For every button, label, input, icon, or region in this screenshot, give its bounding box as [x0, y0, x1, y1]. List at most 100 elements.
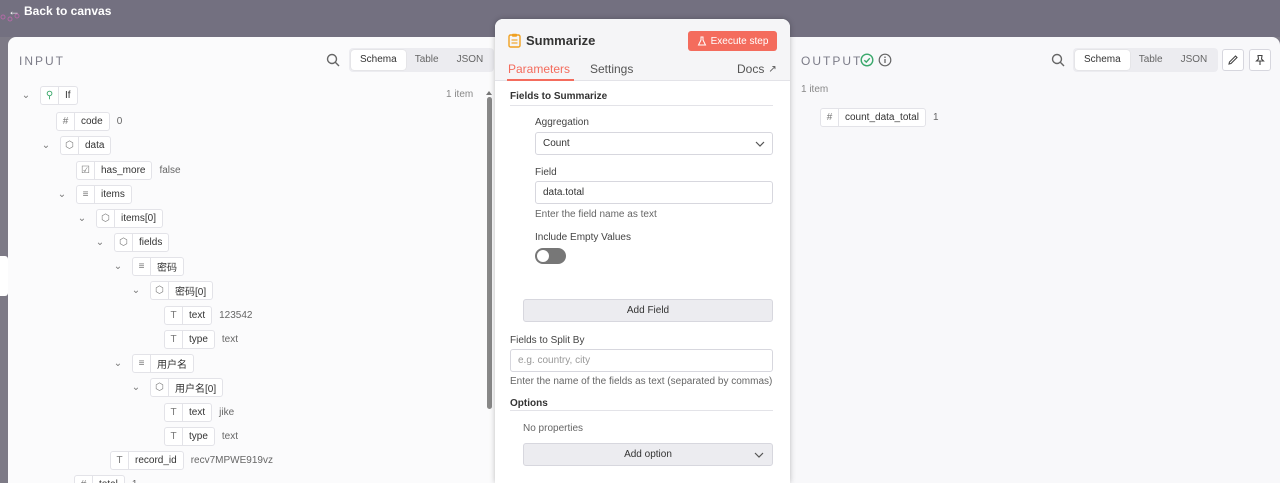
scroll-up-arrow-icon[interactable] — [485, 89, 493, 97]
field-input[interactable]: data.total — [535, 181, 773, 204]
object-type-icon: ⬡ — [61, 136, 79, 154]
tree-node-name: items[0] — [121, 212, 157, 224]
canvas-node-edge — [0, 256, 8, 296]
tree-row[interactable]: ☑ has_more false — [76, 160, 181, 180]
input-view-table[interactable]: Table — [406, 50, 448, 70]
input-view-json[interactable]: JSON — [448, 50, 493, 70]
tree-node: ☑ has_more — [76, 160, 153, 180]
input-scroll-thumb[interactable] — [487, 97, 492, 409]
search-icon[interactable] — [326, 53, 340, 67]
tree-node-name: data — [85, 139, 105, 151]
docs-label: Docs — [737, 62, 765, 76]
output-item-count: 1 item — [801, 84, 829, 95]
output-view-schema[interactable]: Schema — [1075, 50, 1130, 70]
flask-icon — [697, 36, 706, 46]
array-type-icon: ≡ — [133, 257, 151, 275]
tree-node-value: 0 — [116, 115, 123, 127]
number-type-icon: # — [75, 475, 93, 483]
object-type-icon: ⬡ — [115, 233, 133, 251]
output-view-switcher: Schema Table JSON — [1073, 48, 1219, 72]
number-type-icon: # — [821, 108, 839, 126]
tree-node-name: fields — [139, 236, 163, 248]
chevron-down-icon[interactable]: ⌄ — [40, 139, 52, 151]
chevron-down-icon[interactable]: ⌄ — [130, 284, 142, 296]
tree-node-name: 密码[0] — [175, 286, 207, 298]
output-field-name: count_data_total — [845, 111, 919, 123]
output-field-row[interactable]: # count_data_total 1 — [820, 107, 939, 127]
input-item-count: 1 item — [446, 89, 474, 100]
input-view-schema[interactable]: Schema — [351, 50, 406, 70]
tree-row[interactable]: T text 123542 — [164, 305, 253, 325]
search-icon[interactable] — [1051, 53, 1065, 67]
tree-node-value: false — [159, 164, 181, 176]
tab-settings[interactable]: Settings — [590, 62, 633, 76]
chevron-down-icon[interactable]: ⌄ — [56, 188, 68, 200]
info-icon[interactable] — [878, 53, 892, 67]
tree-row[interactable]: T type text — [164, 426, 238, 446]
tree-row[interactable]: ⌄ ⚲ If — [20, 85, 78, 105]
add-field-label: Add Field — [626, 305, 670, 316]
tree-row[interactable]: ⌄ ≡ 用户名 — [112, 353, 194, 373]
split-by-input[interactable]: e.g. country, city — [510, 349, 773, 372]
number-type-icon: # — [57, 112, 75, 130]
tree-node-value: 123542 — [219, 309, 253, 321]
tree-node-name: record_id — [135, 454, 177, 466]
tree-row[interactable]: T type text — [164, 329, 238, 349]
string-type-icon: T — [165, 330, 183, 348]
tree-row[interactable]: ⌄ ≡ 密码 — [112, 256, 184, 276]
tree-row[interactable]: ⌄ ⬡ 密码[0] — [130, 280, 214, 300]
string-type-icon: T — [111, 451, 129, 469]
tree-row[interactable]: T record_id recv7MPWE919vz — [110, 450, 273, 470]
tree-node-name: text — [189, 309, 206, 321]
back-to-canvas-button[interactable]: ← Back to canvas — [8, 4, 111, 18]
string-type-icon: T — [165, 403, 183, 421]
arrow-left-icon: ← — [8, 4, 20, 18]
docs-link[interactable]: Docs ↗ — [737, 62, 777, 76]
add-option-button[interactable]: Add option — [523, 443, 773, 466]
execute-step-button[interactable]: Execute step — [688, 31, 777, 51]
no-properties-text: No properties — [523, 423, 584, 434]
tab-parameters[interactable]: Parameters — [508, 62, 570, 76]
tree-node-name: 用户名 — [157, 359, 187, 371]
string-type-icon: T — [165, 427, 183, 445]
pin-data-button[interactable] — [1249, 49, 1271, 71]
chevron-down-icon[interactable]: ⌄ — [112, 260, 124, 272]
edit-output-button[interactable] — [1222, 49, 1244, 71]
output-view-table[interactable]: Table — [1130, 50, 1172, 70]
chevron-down-icon[interactable]: ⌄ — [112, 357, 124, 369]
tree-node: ⬡ items[0] — [96, 208, 164, 228]
aggregation-select[interactable]: Count — [535, 132, 773, 155]
tree-node: ⬡ data — [60, 135, 112, 155]
tree-row[interactable]: # code 0 — [56, 111, 122, 131]
tree-row[interactable]: ⌄ ≡ items — [56, 184, 132, 204]
divider — [510, 105, 773, 106]
chevron-down-icon[interactable]: ⌄ — [76, 212, 88, 224]
tree-node: ⬡ 用户名[0] — [150, 377, 224, 397]
tree-row[interactable]: ⌄ ⬡ data — [40, 135, 112, 155]
pencil-icon — [1228, 55, 1238, 65]
array-type-icon: ≡ — [133, 354, 151, 372]
tree-row[interactable]: ⌄ ⬡ items[0] — [76, 208, 164, 228]
output-view-json[interactable]: JSON — [1172, 50, 1217, 70]
chevron-down-icon[interactable]: ⌄ — [20, 89, 32, 101]
split-by-hint: Enter the name of the fields as text (se… — [510, 376, 773, 387]
tree-node-name: has_more — [101, 164, 146, 176]
tree-row[interactable]: T text jike — [164, 402, 234, 422]
tree-row[interactable]: # total 1 — [74, 474, 137, 483]
tree-node: # count_data_total — [820, 107, 926, 127]
execute-step-label: Execute step — [710, 35, 769, 47]
clipboard-icon — [508, 33, 521, 48]
include-empty-toggle[interactable] — [535, 248, 566, 264]
chevron-down-icon — [755, 141, 765, 147]
tree-row[interactable]: ⌄ ⬡ fields — [94, 232, 170, 252]
chevron-down-icon[interactable]: ⌄ — [130, 381, 142, 393]
tree-node: ≡ 用户名 — [132, 353, 194, 373]
tree-node-name: text — [189, 406, 206, 418]
chevron-down-icon[interactable]: ⌄ — [94, 236, 106, 248]
tree-node: # total — [74, 474, 125, 483]
toggle-knob — [537, 250, 549, 262]
add-field-button[interactable]: Add Field — [523, 299, 773, 322]
object-type-icon: ⬡ — [97, 209, 115, 227]
output-title: OUTPUT — [801, 54, 863, 68]
tree-row[interactable]: ⌄ ⬡ 用户名[0] — [130, 377, 224, 397]
